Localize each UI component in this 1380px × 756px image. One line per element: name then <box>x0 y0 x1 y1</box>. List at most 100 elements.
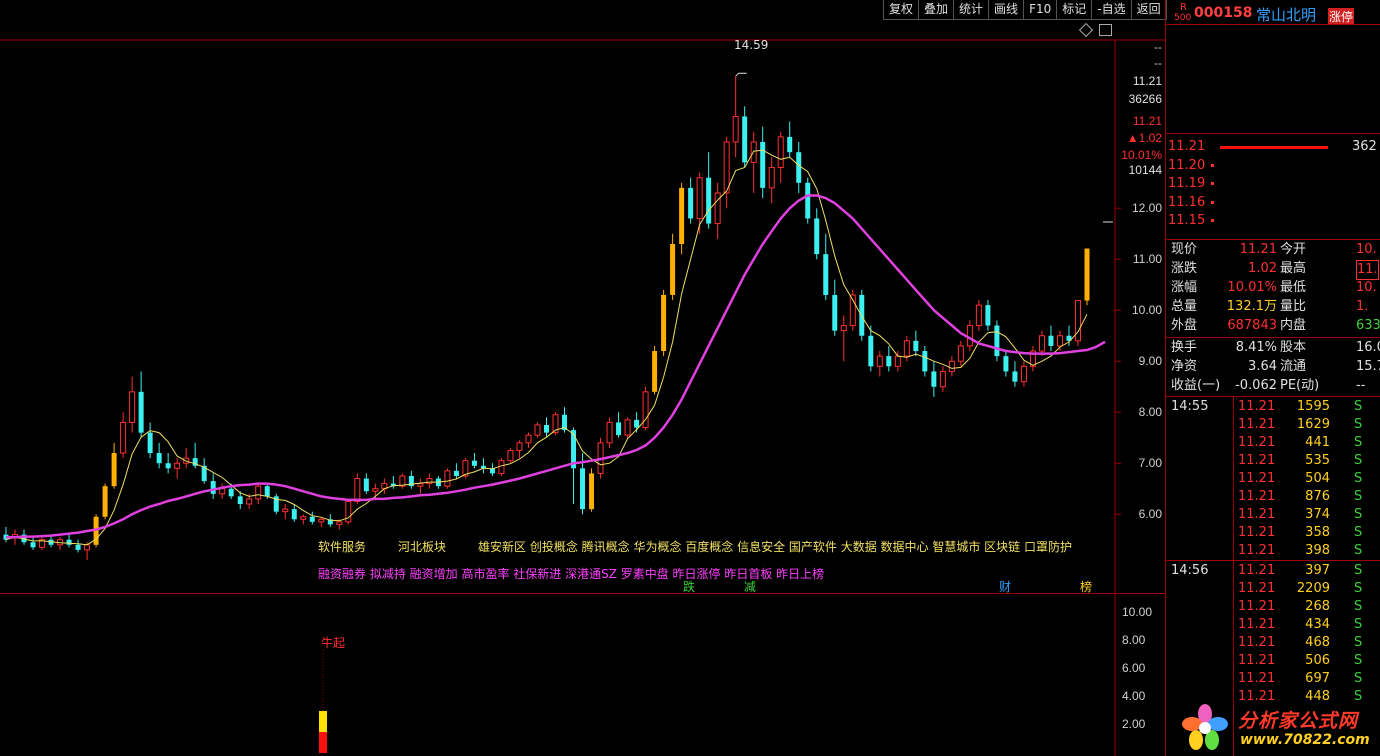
candle-body <box>894 355 901 367</box>
quote-label: 最低 <box>1280 280 1307 295</box>
candle-body <box>426 478 433 485</box>
order-volume: 362 <box>1352 139 1377 154</box>
divider <box>1166 239 1380 240</box>
indicator-bar <box>319 732 327 753</box>
candle-body <box>606 421 613 444</box>
candle-body <box>129 391 136 423</box>
toolbar-button[interactable]: F10 <box>1023 0 1058 20</box>
tick-price: 11.21 <box>1238 653 1276 668</box>
tick-row[interactable]: 11.21 504 S <box>1168 470 1380 488</box>
candle-body <box>210 481 216 494</box>
tick-row[interactable]: 11.21 535 S <box>1168 452 1380 470</box>
tick-row[interactable]: 11.21 506 S <box>1168 652 1380 670</box>
candle-body <box>336 521 343 525</box>
candle-body <box>534 424 541 436</box>
tick-row[interactable]: 11.21 876 S <box>1168 488 1380 506</box>
concept-tag: 雄安新区 创投概念 腾讯概念 华为概念 百度概念 信息安全 国产软件 大数据 数… <box>478 540 1072 554</box>
indicator-bar <box>319 711 327 732</box>
candle-body <box>282 508 289 513</box>
volume-bar <box>1220 146 1328 149</box>
quote-label: 涨跌 <box>1171 261 1198 276</box>
candle-body <box>1056 335 1063 347</box>
ma-long-line <box>6 194 1106 539</box>
fund-label: 净资 <box>1171 359 1198 374</box>
candle-body <box>939 370 946 388</box>
watermark-text: 分析家公式网 <box>1238 710 1359 732</box>
stock-header[interactable]: R 500 000158 常山北明 涨停 <box>1170 2 1380 25</box>
price-axis-label: 9.00 <box>1138 354 1162 369</box>
tick-price: 11.21 <box>1238 471 1276 486</box>
r-flag: R <box>1180 2 1187 13</box>
tick-price: 11.21 <box>1238 453 1276 468</box>
order-price: 11.21 <box>1168 139 1206 154</box>
toolbar-button[interactable]: 画线 <box>988 0 1025 20</box>
tick-volume: 876 <box>1305 489 1330 504</box>
candle-body <box>219 488 226 495</box>
kline-chart[interactable] <box>0 20 1165 756</box>
quote-value: 10.01% <box>1227 280 1277 295</box>
candle-body <box>840 325 847 332</box>
candle-body <box>723 141 730 194</box>
tick-side: S <box>1354 617 1363 632</box>
quote-row: 涨跌 1.02 最高 11. <box>1168 260 1380 280</box>
candle-body <box>354 478 361 502</box>
tick-row[interactable]: 11.21 398 S <box>1168 542 1380 560</box>
indicator-axis-label: 6.00 <box>1122 661 1146 675</box>
tick-volume: 358 <box>1305 525 1330 540</box>
tick-row[interactable]: 11.21 1629 S <box>1168 416 1380 434</box>
candle-body <box>706 177 712 224</box>
tick-volume: 2209 <box>1296 581 1330 596</box>
candle-body <box>246 498 253 505</box>
tick-row[interactable]: 11.21 468 S <box>1168 634 1380 652</box>
toolbar-button[interactable]: -自选 <box>1091 0 1132 20</box>
fund-label: 股本 <box>1280 340 1307 355</box>
candle-body <box>372 488 379 492</box>
tick-row[interactable]: 11.21 374 S <box>1168 506 1380 524</box>
toolbar-button[interactable]: 叠加 <box>918 0 955 20</box>
toolbar-button[interactable]: 返回 <box>1130 0 1167 20</box>
candle-body <box>1012 371 1018 382</box>
tick-row[interactable]: 14:56 11.21 397 S <box>1168 562 1380 580</box>
flower-logo-icon <box>1182 704 1228 750</box>
volume-bar <box>1211 219 1215 222</box>
quote-label: 外盘 <box>1171 318 1198 333</box>
side-stat: 10.01% <box>1121 148 1162 162</box>
tick-row[interactable]: 11.21 434 S <box>1168 616 1380 634</box>
tick-price: 11.21 <box>1238 399 1276 414</box>
side-stat: 11.21 <box>1132 74 1162 88</box>
candle-body <box>300 516 307 520</box>
tick-row[interactable]: 14:55 11.21 1595 S <box>1168 398 1380 416</box>
window-icon[interactable] <box>1099 24 1112 36</box>
quote-row: 现价 11.21 今开 10. <box>1168 241 1380 259</box>
candle-body <box>832 294 838 331</box>
tick-row[interactable]: 11.21 268 S <box>1168 598 1380 616</box>
tick-side: S <box>1354 635 1363 650</box>
candle-body <box>444 470 451 487</box>
stock-name: 常山北明 <box>1256 6 1317 24</box>
tick-volume: 268 <box>1305 599 1330 614</box>
tick-side: S <box>1354 671 1363 686</box>
tick-row[interactable]: 11.21 697 S <box>1168 670 1380 688</box>
candle-body <box>768 166 775 189</box>
candle-body <box>652 351 658 392</box>
tick-row[interactable]: 11.21 441 S <box>1168 434 1380 452</box>
tick-row[interactable]: 11.21 2209 S <box>1168 580 1380 598</box>
candle-body <box>732 115 739 143</box>
tick-price: 11.21 <box>1238 543 1276 558</box>
tick-price: 11.21 <box>1238 617 1276 632</box>
candle-body <box>165 463 171 469</box>
side-stat: -- <box>1154 56 1162 70</box>
toolbar-button[interactable]: 复权 <box>883 0 920 20</box>
tick-volume: 468 <box>1305 635 1330 650</box>
volume-bar <box>1211 200 1215 204</box>
toolbar-button[interactable]: 统计 <box>953 0 990 20</box>
tick-row[interactable]: 11.21 358 S <box>1168 524 1380 542</box>
fund-label: 流通 <box>1280 359 1307 374</box>
candle-body <box>760 141 766 188</box>
candle-body <box>777 136 784 168</box>
candle-body <box>228 488 234 497</box>
quote-label: 量比 <box>1280 299 1307 314</box>
indicator-axis-label: 4.00 <box>1122 689 1146 703</box>
toolbar-button[interactable]: 标记 <box>1056 0 1093 20</box>
tick-price: 11.21 <box>1238 581 1276 596</box>
